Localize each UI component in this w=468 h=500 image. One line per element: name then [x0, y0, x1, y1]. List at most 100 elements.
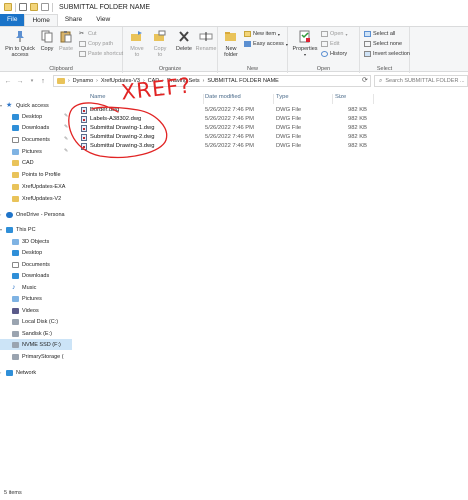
- nav-item-primary-storage[interactable]: PrimaryStorage (: [0, 351, 72, 362]
- nav-item-downloads[interactable]: Downloads: [0, 122, 72, 133]
- paste-shortcut-button[interactable]: Paste shortcut: [79, 51, 123, 57]
- edit-button[interactable]: Edit: [321, 41, 339, 47]
- search-input[interactable]: ⌕ Search SUBMITTAL FOLDER ...: [374, 75, 468, 87]
- nav-item-sandisk[interactable]: Sandisk (E:): [0, 328, 72, 339]
- back-arrow-icon[interactable]: ←: [3, 78, 13, 85]
- tab-home[interactable]: Home: [24, 14, 58, 26]
- table-row[interactable]: Submittal Drawing-2.dwg 5/26/2022 7:46 P…: [76, 133, 376, 142]
- breadcrumb-item[interactable]: Dynamo: [73, 78, 93, 84]
- chevron-right-icon[interactable]: ›: [162, 78, 164, 84]
- nav-item-music[interactable]: ♪ Music: [0, 282, 72, 293]
- invert-selection-button[interactable]: Invert selection: [364, 51, 410, 57]
- column-header-type[interactable]: Type: [276, 94, 289, 100]
- nav-item-quick-access[interactable]: ▾ ★ Quick access: [0, 100, 72, 111]
- nav-item-pc-documents[interactable]: Documents: [0, 259, 72, 270]
- nav-item-xrefupdates-v2[interactable]: XrefUpdates-V2: [0, 193, 72, 204]
- column-header-name[interactable]: Name: [90, 94, 105, 100]
- pin-icon[interactable]: ✎: [64, 124, 68, 130]
- nav-item-documents[interactable]: Documents: [0, 134, 72, 145]
- chevron-right-icon[interactable]: ›: [96, 78, 98, 84]
- select-all-button[interactable]: Select all: [364, 31, 395, 37]
- up-arrow-icon[interactable]: ↑: [38, 78, 48, 85]
- nav-item-points-to-profile[interactable]: Points to Profile: [0, 169, 72, 180]
- documents-icon: [12, 136, 19, 143]
- copy-to-button[interactable]: Copy to: [150, 30, 170, 58]
- nav-item-pc-pictures[interactable]: Pictures: [0, 293, 72, 304]
- history-label: History: [330, 51, 348, 57]
- table-row[interactable]: Submittal Drawing-1.dwg 5/26/2022 7:46 P…: [76, 124, 376, 133]
- chevron-right-icon[interactable]: ›: [143, 78, 145, 84]
- nav-item-onedrive[interactable]: › OneDrive - Persona: [0, 209, 72, 220]
- new-item-button[interactable]: New item ▾: [244, 31, 280, 37]
- table-row[interactable]: Border.dwg 5/26/2022 7:46 PM DWG File 98…: [76, 106, 376, 115]
- new-folder-icon[interactable]: [30, 3, 38, 11]
- breadcrumb-item[interactable]: XrefUpdates-V3: [101, 78, 140, 84]
- pin-icon[interactable]: ✎: [64, 113, 68, 119]
- copy-to-icon: [154, 30, 166, 41]
- rename-button[interactable]: Rename: [195, 30, 217, 52]
- scrollbar[interactable]: [458, 94, 466, 486]
- file-type: DWG File: [276, 116, 302, 122]
- nav-item-3d-objects[interactable]: 3D Objects: [0, 236, 72, 247]
- nav-item-pictures[interactable]: Pictures: [0, 146, 72, 157]
- divider: [15, 2, 16, 12]
- move-to-button[interactable]: Move to: [127, 30, 147, 58]
- pin-icon[interactable]: ✎: [64, 136, 68, 142]
- properties-button[interactable]: Properties ▾: [291, 30, 319, 58]
- tab-view[interactable]: View: [89, 14, 117, 26]
- ribbon: Pin to Quick access Copy Paste ✂ Cut Cop…: [0, 26, 468, 73]
- nav-item-pc-downloads[interactable]: Downloads: [0, 270, 72, 281]
- recent-locations-icon[interactable]: ▾: [27, 78, 37, 84]
- tab-share[interactable]: Share: [58, 14, 89, 26]
- nav-item-network[interactable]: › Network: [0, 367, 72, 378]
- nav-item-desktop[interactable]: Desktop: [0, 111, 72, 122]
- tab-file[interactable]: File: [0, 14, 25, 26]
- edit-icon: [321, 41, 328, 47]
- nav-item-pc-desktop[interactable]: Desktop: [0, 247, 72, 258]
- refresh-icon[interactable]: ⟳: [362, 76, 368, 84]
- nav-label: NVME SSD (F:): [22, 341, 61, 348]
- copy-icon: [41, 30, 53, 43]
- cut-button[interactable]: ✂ Cut: [79, 31, 97, 37]
- nav-item-this-pc[interactable]: ▾ This PC: [0, 224, 72, 235]
- sort-ascending-icon: ^: [160, 91, 162, 96]
- copy-path-button[interactable]: Copy path: [79, 41, 113, 47]
- chevron-right-icon: ›: [68, 78, 70, 84]
- column-header-size[interactable]: Size: [335, 94, 346, 100]
- delete-button[interactable]: Delete: [174, 30, 194, 52]
- breadcrumb-item[interactable]: CAD: [148, 78, 160, 84]
- copy-button[interactable]: Copy: [38, 30, 56, 52]
- table-row[interactable]: Labels-A38302.dwg 5/26/2022 7:46 PM DWG …: [76, 115, 376, 124]
- pin-icon[interactable]: ✎: [64, 148, 68, 154]
- easy-access-button[interactable]: Easy access ▾: [244, 41, 288, 47]
- nav-item-cad[interactable]: CAD: [0, 157, 72, 168]
- nav-item-nvme-ssd[interactable]: NVME SSD (F:): [0, 339, 72, 350]
- nav-item-local-disk[interactable]: Local Disk (C:): [0, 316, 72, 327]
- nav-label: Desktop: [22, 113, 43, 120]
- folder-icon: [12, 159, 19, 166]
- select-group: Select all Select none Invert selection …: [360, 27, 410, 73]
- nav-item-videos[interactable]: Videos: [0, 305, 72, 316]
- table-row[interactable]: Submittal Drawing-3.dwg 5/26/2022 7:46 P…: [76, 142, 376, 151]
- nav-item-xrefupdates-exa[interactable]: XrefUpdates-EXA: [0, 181, 72, 192]
- copy-path-label: Copy path: [88, 41, 114, 47]
- breadcrumb-item[interactable]: Drawing Sets: [167, 78, 200, 84]
- breadcrumb[interactable]: › Dynamo › XrefUpdates-V3 › CAD › Drawin…: [53, 75, 371, 87]
- properties-icon[interactable]: [19, 3, 27, 11]
- select-none-button[interactable]: Select none: [364, 41, 402, 47]
- scissors-icon: ✂: [79, 31, 85, 37]
- history-button[interactable]: History: [321, 51, 347, 57]
- pin-to-quick-access-button[interactable]: Pin to Quick access: [2, 30, 38, 58]
- dwg-file-icon: [81, 116, 87, 123]
- paste-button[interactable]: Paste: [57, 30, 75, 52]
- new-folder-button[interactable]: New folder: [221, 30, 241, 58]
- open-button[interactable]: Open ▾: [321, 31, 347, 37]
- column-header-date[interactable]: Date modified: [205, 94, 241, 100]
- breadcrumb-item[interactable]: SUBMITTAL FOLDER NAME: [207, 78, 279, 84]
- search-icon: ⌕: [379, 77, 383, 84]
- nav-label: Local Disk (C:): [22, 318, 59, 325]
- chevron-right-icon[interactable]: ›: [203, 78, 205, 84]
- forward-arrow-icon[interactable]: →: [15, 78, 25, 85]
- customize-quick-access-icon[interactable]: [41, 3, 49, 11]
- paste-shortcut-icon: [79, 51, 86, 57]
